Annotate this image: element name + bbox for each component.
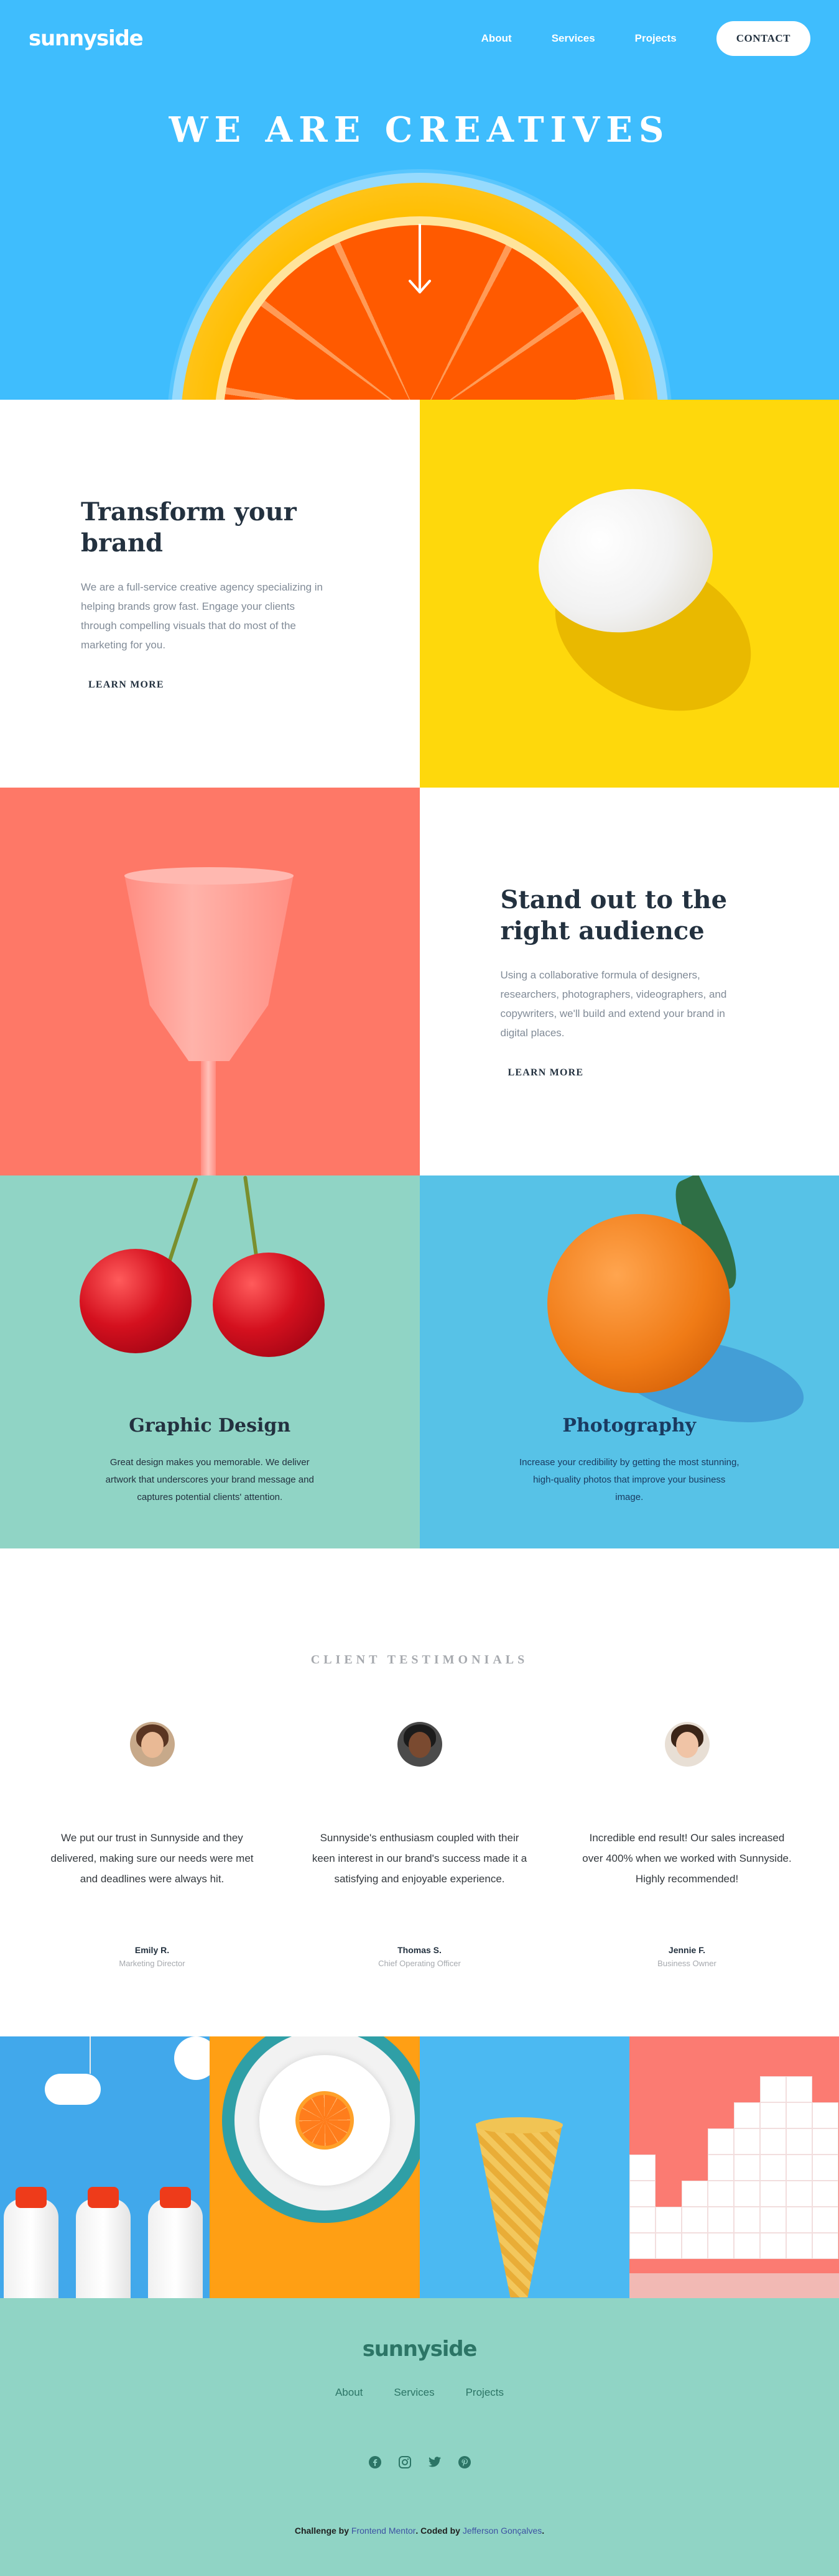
contact-button[interactable]: CONTACT [716,21,810,56]
frontend-mentor-link[interactable]: Frontend Mentor [351,2526,416,2536]
facebook-icon[interactable] [368,2455,382,2470]
learn-more-link[interactable]: LEARN MORE [81,679,172,691]
footer-logo[interactable]: sunnyside [0,2337,839,2362]
footer-nav: About Services Projects [0,2386,839,2399]
arrow-down-icon[interactable] [407,224,432,298]
twitter-icon[interactable] [427,2455,442,2470]
social-links [0,2455,839,2470]
footer-services-link[interactable]: Services [394,2386,434,2399]
top-nav: sunnyside About Services Projects CONTAC… [0,0,839,77]
testimonial-role: Business Owner [578,1959,796,1968]
nav-links: About Services Projects CONTACT [442,21,810,56]
glass-image [0,788,420,1175]
gallery [0,2036,839,2298]
testimonial-quote: Incredible end result! Our sales increas… [578,1828,796,1889]
hero-section: sunnyside About Services Projects CONTAC… [0,0,839,400]
avatar [397,1722,442,1767]
testimonial-name: Emily R. [44,1945,261,1955]
logo[interactable]: sunnyside [29,26,143,51]
footer-about-link[interactable]: About [335,2386,363,2399]
feature-body: We are a full-service creative agency sp… [81,577,333,655]
nav-services-link[interactable]: Services [552,32,595,45]
testimonials-section: CLIENT TESTIMONIALS We put our trust in … [0,1548,839,2036]
testimonial-card: Incredible end result! Our sales increas… [578,1722,796,1968]
gallery-cone-image [420,2036,629,2298]
instagram-icon[interactable] [397,2455,412,2470]
feature-title: Stand out to the right audience [501,885,753,947]
attribution: Challenge by Frontend Mentor. Coded by J… [0,2526,839,2536]
gallery-milk-bottles-image [0,2036,210,2298]
testimonial-name: Jennie F. [578,1945,796,1955]
service-body: Great design makes you memorable. We del… [100,1454,320,1506]
testimonial-name: Thomas S. [311,1945,529,1955]
pinterest-icon[interactable] [457,2455,472,2470]
feature-title: Transform your brand [81,497,333,559]
feature-standout: Stand out to the right audience Using a … [420,788,839,1175]
testimonial-card: Sunnyside's enthusiasm coupled with thei… [311,1722,529,1968]
service-photography: Photography Increase your credibility by… [420,1175,839,1548]
nav-projects-link[interactable]: Projects [635,32,677,45]
footer-projects-link[interactable]: Projects [466,2386,504,2399]
service-graphic-design: Graphic Design Great design makes you me… [0,1175,420,1548]
avatar [130,1722,175,1767]
footer: sunnyside About Services Projects Challe… [0,2298,839,2576]
service-title: Graphic Design [100,1415,320,1437]
feature-row-2: Stand out to the right audience Using a … [0,788,839,1175]
testimonial-role: Marketing Director [44,1959,261,1968]
feature-transform: Transform your brand We are a full-servi… [0,400,420,788]
testimonial-quote: Sunnyside's enthusiasm coupled with thei… [311,1828,529,1889]
feature-row-1: Transform your brand We are a full-servi… [0,400,839,788]
hero-title: WE ARE CREATIVES [0,109,839,150]
testimonial-role: Chief Operating Officer [311,1959,529,1968]
gallery-orange-plate-image [210,2036,419,2298]
testimonial-card: We put our trust in Sunnyside and they d… [44,1722,261,1968]
nav-about-link[interactable]: About [481,32,512,45]
learn-more-link[interactable]: LEARN MORE [501,1067,591,1079]
feature-body: Using a collaborative formula of designe… [501,965,753,1042]
service-body: Increase your credibility by getting the… [519,1454,740,1506]
services-row: Graphic Design Great design makes you me… [0,1175,839,1548]
testimonial-quote: We put our trust in Sunnyside and they d… [44,1828,261,1889]
service-title: Photography [519,1415,740,1437]
testimonials-heading: CLIENT TESTIMONIALS [0,1653,839,1667]
gallery-sugar-cubes-image [629,2036,839,2298]
avatar [665,1722,710,1767]
author-link[interactable]: Jefferson Gonçalves [463,2526,542,2536]
egg-image [420,400,839,788]
